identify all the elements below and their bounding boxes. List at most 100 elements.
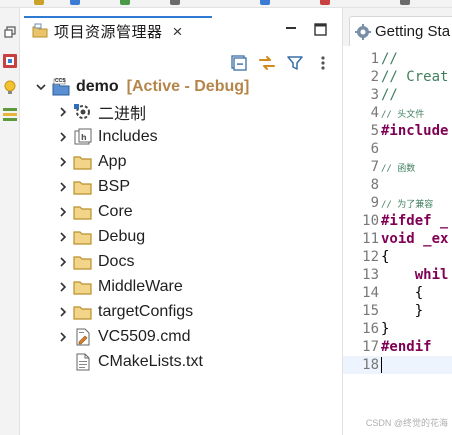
chevron-right-icon[interactable] [56,180,70,194]
text-caret [381,357,382,373]
tree-item-label: App [98,152,127,170]
tree-item-label: VC5509.cmd [98,327,191,345]
editor-area: Getting Sta 1// 2// Creat 3// 4// 头文件 5 #… [342,8,452,435]
tree-item-label: MiddleWare [98,277,183,295]
chevron-right-icon[interactable] [56,305,70,319]
collapse-all-icon[interactable] [228,52,250,74]
tree-item-vc5509-cmd[interactable]: VC5509.cmd [56,324,191,349]
text-file-icon [73,353,93,371]
tree-item-label: Docs [98,252,135,270]
tree-item-label: targetConfigs [98,302,194,320]
restore-icon[interactable] [2,24,18,40]
tree-item-label: BSP [98,177,131,195]
code-line: 6 [370,141,379,157]
close-icon[interactable]: × [173,23,183,40]
tree-project-demo[interactable]: CCS demo [Active - Debug] [34,74,249,99]
chevron-right-icon[interactable] [56,280,70,294]
folder-icon [73,203,93,221]
code-line: 16} [362,321,390,337]
toolbar-button-5[interactable] [260,0,270,5]
folder-icon [73,178,93,196]
code-line: 11 void _ex [362,231,449,247]
explorer-toolbar [222,52,334,74]
tree-item-binaries[interactable]: 二进制 [56,99,146,124]
code-line: 9// 为了兼容 [370,195,434,211]
toolbar-button-6[interactable] [320,0,330,5]
code-line: 3// [370,87,398,103]
editor-tab-getting-started[interactable]: Getting Sta [349,16,452,46]
tree-item-app[interactable]: App [56,149,126,174]
tree-item-core[interactable]: Core [56,199,133,224]
tree-item-cmakelists[interactable]: CMakeLists.txt [73,349,203,374]
code-line: 15 } [362,303,424,319]
main-toolbar [0,0,452,8]
tree-item-targetconfigs[interactable]: targetConfigs [53,299,202,324]
code-line: 17 #endif [362,339,432,355]
watermark: CSDN @终觉的花海 [365,418,448,428]
tree-item-bsp[interactable]: BSP [56,174,130,199]
includes-icon: h [73,128,93,146]
project-explorer-title: 项目资源管理器 [54,23,163,41]
project-explorer-icon [32,23,48,39]
ccs-badge: CCS [55,77,66,84]
toolbar-button-4[interactable] [170,0,180,5]
chevron-right-icon[interactable] [56,330,70,344]
chevron-right-icon[interactable] [56,230,70,244]
folder-icon [73,253,93,271]
maximize-icon[interactable] [311,20,329,38]
chevron-down-icon[interactable] [34,80,48,94]
cmd-file-icon [73,328,93,346]
folder-icon [73,228,93,246]
outline-icon[interactable] [2,106,18,122]
lightbulb-icon[interactable] [2,80,18,96]
code-line-current: 18 [343,356,452,374]
chevron-right-icon[interactable] [56,105,70,119]
link-with-editor-icon[interactable] [256,52,278,74]
code-line: 14 { [362,285,424,301]
toolbar-button-1[interactable] [34,0,44,5]
left-trim-bar [0,8,20,435]
toolbar-button-7[interactable] [400,0,410,5]
binaries-icon [73,103,93,121]
tree-item-label: Includes [98,127,158,145]
tree-item-label: 二进制 [98,105,147,123]
editor-tab-bar: Getting Sta [343,8,452,46]
project-explorer-view: 项目资源管理器 × CCS demo [Active - Debug] 二进制 … [20,8,342,435]
svg-text:h: h [81,133,87,142]
ccs-project-icon: CCS [51,78,71,96]
view-menu-icon[interactable] [312,52,334,74]
chevron-right-icon[interactable] [56,130,70,144]
chevron-right-icon[interactable] [56,255,70,269]
project-explorer-tab[interactable]: 项目资源管理器 × [24,16,212,44]
tree-item-docs[interactable]: Docs [56,249,134,274]
minimize-icon[interactable] [282,20,300,38]
code-line: 13 whil [362,267,449,283]
code-line: 4// 头文件 [370,105,425,121]
tree-item-middleware[interactable]: MiddleWare [56,274,183,299]
tree-item-label: Core [98,202,133,220]
tree-item-debug[interactable]: Debug [56,224,145,249]
project-name: demo [76,77,119,95]
tree-item-label: Debug [98,227,146,245]
editor-tab-label: Getting Sta [375,23,451,40]
code-line: 1// [370,51,398,67]
code-line: 2// Creat [370,69,449,85]
build-config-annotation: [Active - Debug] [126,77,250,95]
folder-icon [73,303,93,321]
tree-item-includes[interactable]: h Includes [56,124,158,149]
chevron-right-icon[interactable] [56,155,70,169]
tree-item-label: CMakeLists.txt [98,352,203,370]
toolbar-button-3[interactable] [120,0,130,5]
code-line: 8 [370,177,379,193]
code-line: 10 #ifdef _ [362,213,449,229]
folder-icon [73,153,93,171]
filter-icon[interactable] [284,52,306,74]
gear-icon [355,23,371,40]
register-view-icon[interactable] [2,53,18,69]
folder-icon [73,278,93,296]
code-line: 7// 函数 [370,159,416,175]
chevron-right-icon[interactable] [56,205,70,219]
code-line: 5 #include [370,123,449,139]
code-line: 12{ [362,249,390,265]
toolbar-button-2[interactable] [70,0,80,5]
